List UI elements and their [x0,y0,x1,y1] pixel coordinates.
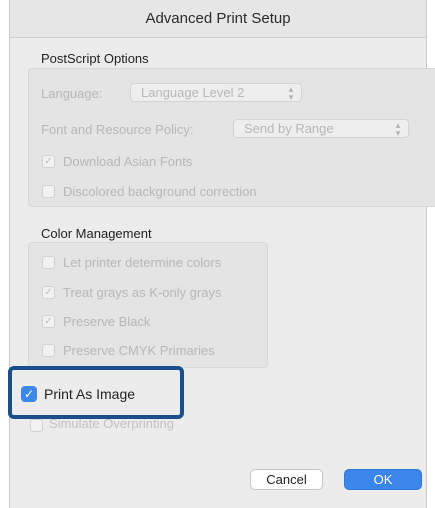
updown-chevron-icon: ▴ ▾ [395,120,401,138]
language-value: Language Level 2 [141,85,245,100]
font-resource-policy-label: Font and Resource Policy: [41,122,194,137]
treat-grays-label: Treat grays as K-only grays [63,285,222,300]
color-management-heading: Color Management [41,226,152,241]
postscript-options-heading: PostScript Options [41,51,149,66]
preserve-black-label: Preserve Black [63,314,151,329]
font-policy-popup[interactable]: Send by Range ▴ ▾ [233,119,409,138]
advanced-print-setup-dialog: Advanced Print Setup PostScript Options … [9,0,435,508]
language-popup[interactable]: Language Level 2 ▴ ▾ [130,83,302,102]
download-asian-fonts-label: Download Asian Fonts [63,154,193,169]
print-as-image-checkbox[interactable]: ✓ [21,386,37,402]
font-policy-value: Send by Range [244,121,334,136]
simulate-overprinting-checkbox[interactable] [30,419,43,432]
updown-chevron-icon: ▴ ▾ [288,84,294,102]
let-printer-label: Let printer determine colors [63,255,222,270]
cancel-button[interactable]: Cancel [250,469,323,490]
dialog-title: Advanced Print Setup [10,0,426,38]
language-label: Language: [41,86,103,101]
download-asian-fonts-checkbox[interactable]: ✓ [42,155,55,168]
ok-button[interactable]: OK [344,469,422,490]
let-printer-checkbox[interactable] [42,256,55,269]
print-as-image-label: Print As Image [44,386,136,402]
preserve-cmyk-label: Preserve CMYK Primaries [63,343,215,358]
discolored-background-label: Discolored background correction [63,184,257,199]
discolored-background-checkbox[interactable] [42,185,55,198]
preserve-black-checkbox[interactable]: ✓ [42,315,55,328]
preserve-cmyk-checkbox[interactable] [42,344,55,357]
treat-grays-checkbox[interactable]: ✓ [42,286,55,299]
